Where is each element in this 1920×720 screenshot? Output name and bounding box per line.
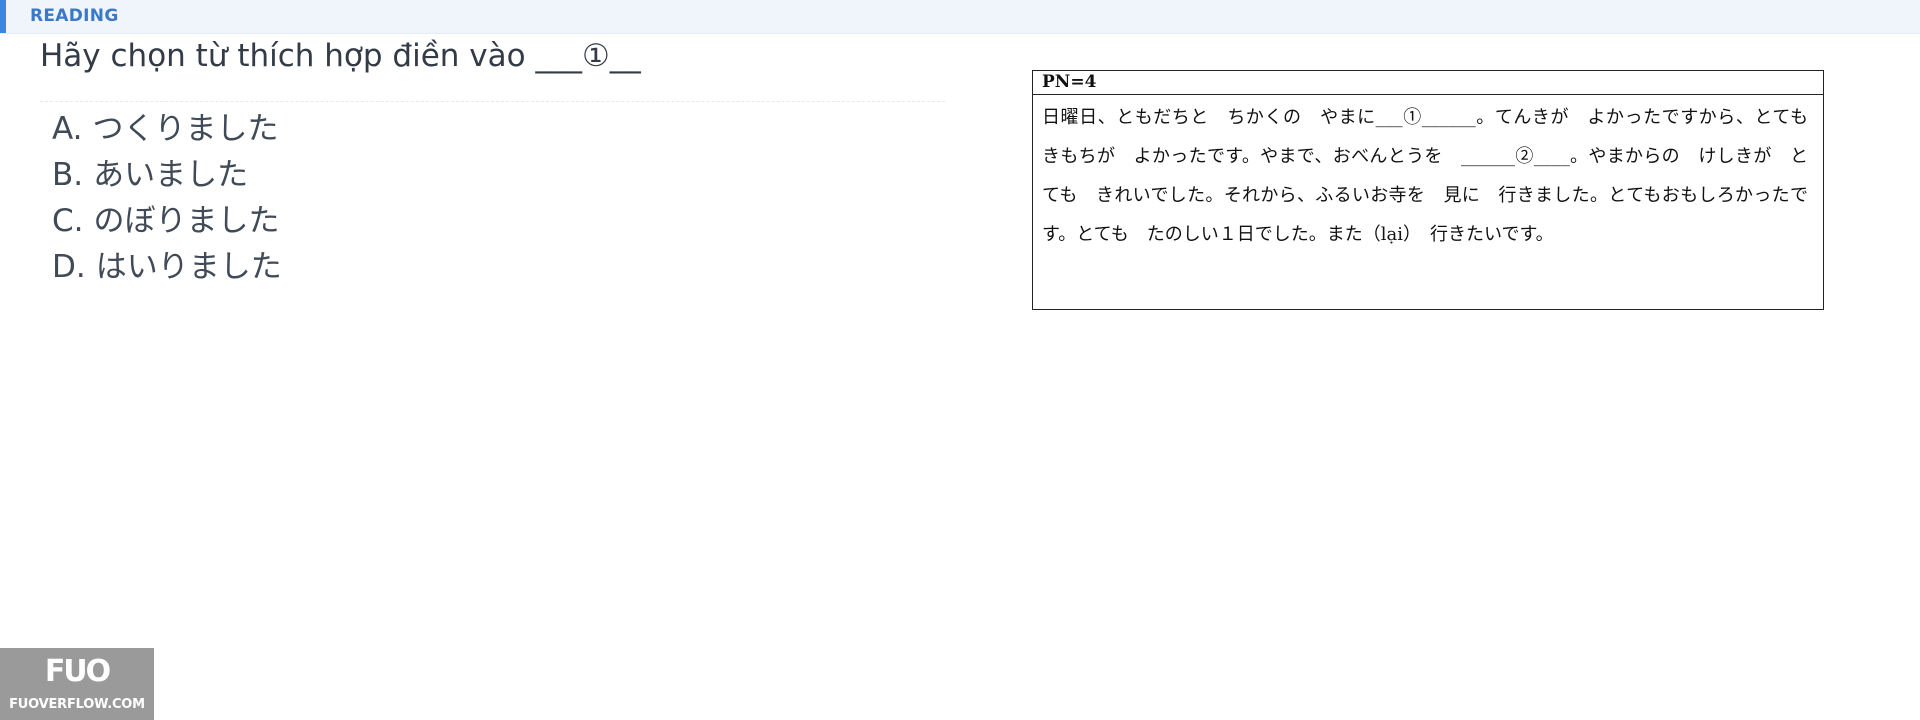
answer-option-b[interactable]: B. あいました [52, 152, 282, 198]
reading-passage: PN=4 日曜日、ともだちと ちかくの やまに___①______。てんきが よ… [1032, 70, 1826, 310]
passage-text: 日曜日、ともだちと ちかくの やまに___①______。てんきが よかったです… [1042, 107, 1826, 245]
answer-option-a[interactable]: A. つくりました [52, 106, 282, 152]
section-accent-bar [0, 0, 6, 33]
answer-text: あいました [93, 157, 249, 193]
answer-key: C. [52, 203, 84, 239]
answer-text: はいりました [95, 249, 282, 285]
answer-text: つくりました [92, 111, 279, 147]
fuoverflow-logo: FUO FUOVERFLOW.COM [0, 648, 154, 720]
answer-key: A. [52, 111, 83, 147]
answer-key: B. [52, 157, 84, 193]
passage-header: PN=4 [1033, 71, 1823, 95]
answer-text: のぼりました [93, 203, 280, 239]
answer-option-d[interactable]: D. はいりました [52, 244, 282, 290]
logo-text: FUOVERFLOW.COM [9, 697, 145, 712]
logo-mark: FUO [44, 654, 111, 689]
section-header-bar: READING [0, 0, 1920, 34]
answer-list: A. つくりました B. あいました C. のぼりました D. はいりました [52, 106, 282, 290]
question-divider [40, 101, 945, 102]
answer-key: D. [52, 249, 86, 285]
question-prompt: Hãy chọn từ thích hợp điền vào ___①__ [40, 38, 641, 74]
section-label: READING [30, 6, 119, 26]
answer-option-c[interactable]: C. のぼりました [52, 198, 282, 244]
